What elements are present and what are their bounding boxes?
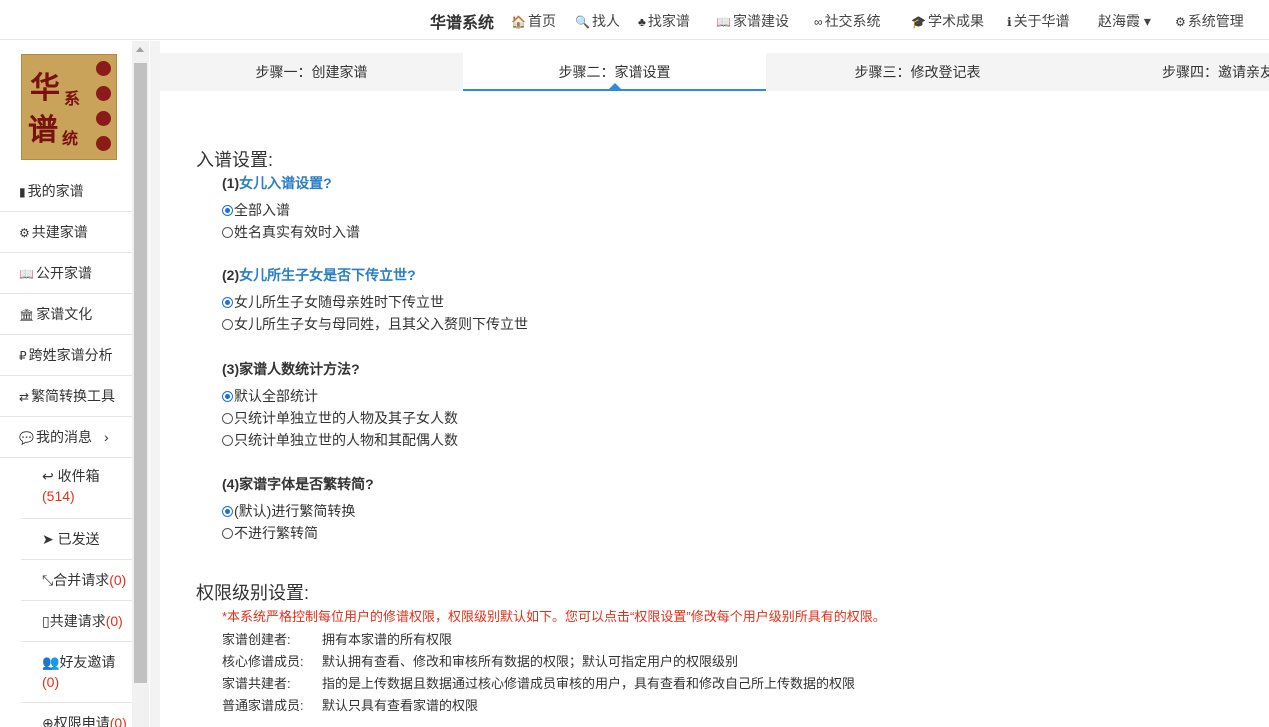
sidebar-sub-cobuild-request[interactable]: ▯共建请求(0) bbox=[21, 601, 132, 642]
role-row: 家谱创建者: 拥有本家谱的所有权限 bbox=[222, 632, 453, 647]
search-icon: 🔍 bbox=[575, 15, 590, 29]
user-plus-icon: 👥 bbox=[42, 654, 60, 670]
radio-unchecked[interactable] bbox=[222, 227, 233, 238]
question-4-title: (4)家谱字体是否繁转简? bbox=[222, 476, 374, 492]
sidebar-item-culture[interactable]: 🏛 家谱文化 bbox=[0, 294, 132, 335]
q3-option-spouse[interactable]: 只统计单独立世的人物和其配偶人数 bbox=[222, 430, 458, 450]
active-tab-caret bbox=[609, 83, 621, 89]
question-3-title: (3)家谱人数统计方法? bbox=[222, 361, 360, 377]
sidebar-sub-friend-invite[interactable]: 👥好友邀请 (0) bbox=[21, 642, 132, 703]
sidebar-sub-merge-request[interactable]: ⤡合并请求(0) bbox=[21, 560, 132, 601]
home-icon: 🏠 bbox=[511, 15, 526, 29]
nav-system-admin[interactable]: ⚙ 系统管理 bbox=[1175, 11, 1244, 31]
exchange-icon: ⇄ bbox=[19, 390, 30, 404]
nav-academic[interactable]: 🎓 学术成果 bbox=[911, 11, 984, 31]
book-icon: 📖 bbox=[19, 267, 34, 281]
q4-option-convert[interactable]: (默认)进行繁简转换 bbox=[222, 501, 355, 521]
file-icon: ▮ bbox=[19, 185, 26, 199]
sidebar-item-converter[interactable]: ⇄ 繁简转换工具 bbox=[0, 376, 132, 417]
role-row: 家谱共建者: 指的是上传数据且数据通过核心修谱成员审核的用户，具有查看和修改自己所… bbox=[222, 676, 856, 691]
nav-find-genealogy[interactable]: ♣ 找家谱 bbox=[638, 11, 690, 31]
plus-circle-icon: ⊕ bbox=[42, 715, 54, 727]
radio-checked[interactable] bbox=[222, 506, 233, 517]
nav-user-menu[interactable]: 赵海霞 ▾ bbox=[1098, 11, 1151, 31]
sidebar-sub-permission-request[interactable]: ⊕权限申请(0) bbox=[21, 703, 132, 727]
q4-option-no-convert[interactable]: 不进行繁转简 bbox=[222, 523, 318, 543]
seal-mark bbox=[96, 136, 111, 151]
top-navbar: 华谱系统 🏠 首页 🔍 找人 ♣ 找家谱 📖 家谱建设 ∞ 社交系统 🎓 学术成果 ℹ 关于华… bbox=[0, 0, 1269, 40]
compress-icon: ⤡ bbox=[42, 572, 54, 588]
radio-checked[interactable] bbox=[222, 205, 233, 216]
nav-home[interactable]: 🏠 首页 bbox=[511, 11, 556, 31]
document-icon: ▯ bbox=[42, 613, 50, 629]
radio-unchecked[interactable] bbox=[222, 319, 233, 330]
nav-find-person[interactable]: 🔍 找人 bbox=[575, 11, 620, 31]
link-icon: ∞ bbox=[814, 15, 823, 29]
gears-icon: ⚙ bbox=[19, 226, 30, 240]
sidebar-item-public[interactable]: 📖 公开家谱 bbox=[0, 253, 132, 294]
q2-option-father-married-in[interactable]: 女儿所生子女与母同姓，且其父入赘则下传立世 bbox=[222, 314, 528, 334]
graduation-cap-icon: 🎓 bbox=[911, 15, 926, 29]
seal-mark bbox=[96, 111, 111, 126]
sidebar-scrollbar[interactable] bbox=[132, 41, 149, 727]
question-2-title: (2)女儿所生子女是否下传立世? bbox=[222, 267, 416, 283]
tree-icon: ♣ bbox=[638, 15, 646, 29]
tab-step-4[interactable]: 步骤四：邀请亲友 bbox=[1069, 53, 1269, 91]
sidebar: 华 系 谱 统 ▮ 我的家谱 ⚙ 共建家谱 📖 公开家谱 🏛 家谱文化 ₽ 跨姓家谱分析 … bbox=[0, 41, 132, 727]
permission-note: *本系统严格控制每位用户的修谱权限，权限级别默认如下。您可以点击“权限设置”修改… bbox=[222, 609, 886, 624]
nav-social[interactable]: ∞ 社交系统 bbox=[814, 11, 881, 31]
sidebar-sub-inbox[interactable]: ↩ 收件箱 (514) bbox=[21, 458, 132, 519]
role-row: 普通家谱成员: 默认只具有查看家谱的权限 bbox=[222, 698, 479, 713]
book-icon: 📖 bbox=[716, 15, 731, 29]
info-icon: ℹ bbox=[1007, 15, 1012, 29]
sidebar-item-co-build[interactable]: ⚙ 共建家谱 bbox=[0, 212, 132, 253]
radio-checked[interactable] bbox=[222, 391, 233, 402]
seal-mark bbox=[96, 86, 111, 101]
tab-step-1[interactable]: 步骤一：创建家谱 bbox=[160, 53, 463, 91]
permission-settings-title: 权限级别设置: bbox=[196, 583, 310, 603]
tab-step-2[interactable]: 步骤二：家谱设置 bbox=[463, 53, 766, 91]
scroll-thumb[interactable] bbox=[134, 63, 147, 683]
radio-unchecked[interactable] bbox=[222, 413, 233, 424]
tab-step-3[interactable]: 步骤三：修改登记表 bbox=[766, 53, 1069, 91]
chevron-right-icon: › bbox=[103, 429, 109, 445]
sidebar-sub-sent[interactable]: ➤ 已发送 bbox=[21, 519, 132, 560]
entry-settings-title: 入谱设置: bbox=[196, 150, 274, 170]
question-1-title: (1)女儿入谱设置? bbox=[222, 175, 332, 191]
ruble-icon: ₽ bbox=[19, 349, 27, 363]
q2-option-mother-surname[interactable]: 女儿所生子女随母亲姓时下传立世 bbox=[222, 292, 444, 312]
q3-option-children[interactable]: 只统计单独立世的人物及其子女人数 bbox=[222, 408, 458, 428]
sidebar-item-my-genealogy[interactable]: ▮ 我的家谱 bbox=[0, 171, 132, 212]
gears-icon: ⚙ bbox=[1175, 15, 1186, 29]
bank-icon: 🏛 bbox=[19, 308, 35, 322]
radio-unchecked[interactable] bbox=[222, 435, 233, 446]
role-row: 核心修谱成员: 默认拥有查看、修改和审核所有数据的权限；默认可指定用户的权限级别 bbox=[222, 654, 739, 669]
radio-checked[interactable] bbox=[222, 297, 233, 308]
sidebar-item-cross-surname[interactable]: ₽ 跨姓家谱分析 bbox=[0, 335, 132, 376]
content-divider bbox=[150, 41, 160, 727]
sidebar-item-messages[interactable]: 💬 我的消息 › bbox=[0, 417, 132, 458]
q3-option-all[interactable]: 默认全部统计 bbox=[222, 386, 318, 406]
brand-title[interactable]: 华谱系统 bbox=[430, 9, 494, 33]
send-icon: ➤ bbox=[42, 531, 54, 547]
q1-option-all[interactable]: 全部入谱 bbox=[222, 200, 290, 220]
huapu-logo[interactable]: 华 系 谱 统 bbox=[21, 54, 117, 160]
nav-about[interactable]: ℹ 关于华谱 bbox=[1007, 11, 1070, 31]
step-tabs: 步骤一：创建家谱 步骤二：家谱设置 步骤三：修改登记表 步骤四：邀请亲友 bbox=[160, 53, 1269, 91]
reply-icon: ↩ bbox=[42, 468, 54, 484]
q1-option-valid-name[interactable]: 姓名真实有效时入谱 bbox=[222, 222, 360, 242]
nav-genealogy-build[interactable]: 📖 家谱建设 bbox=[716, 11, 789, 31]
radio-unchecked[interactable] bbox=[222, 528, 233, 539]
scroll-up-arrow-icon[interactable] bbox=[136, 47, 144, 52]
seal-mark bbox=[96, 61, 111, 76]
inbox-count: (514) bbox=[42, 488, 75, 504]
comments-icon: 💬 bbox=[19, 431, 34, 445]
